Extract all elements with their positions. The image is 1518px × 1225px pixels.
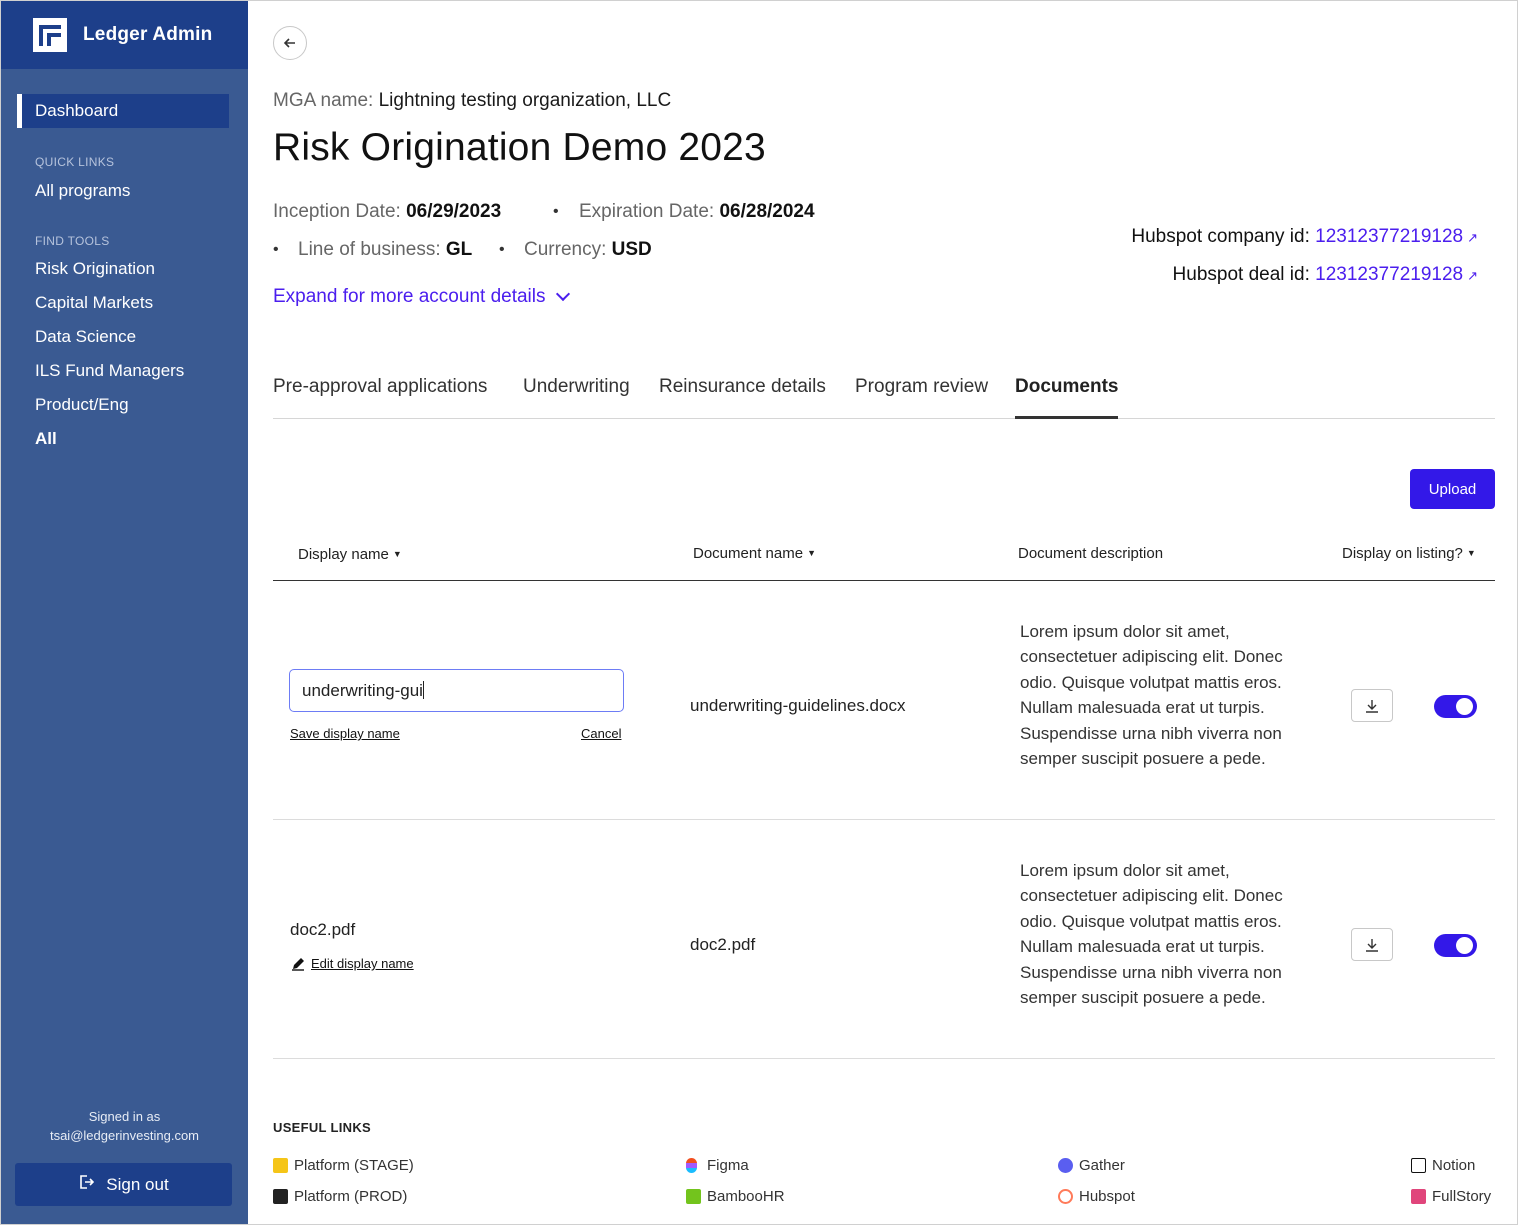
pencil-icon [292,957,304,971]
edit-display-name-link[interactable]: Edit display name [291,956,414,971]
sidebar-item-ils-fund-managers[interactable]: ILS Fund Managers [35,361,184,381]
ledger-prod-icon [273,1189,288,1204]
sort-caret-icon: ▼ [392,549,402,559]
app-name: Ledger Admin [83,24,213,45]
tab-pre-approval[interactable]: Pre-approval applications [273,376,487,419]
display-on-listing-toggle[interactable] [1434,934,1477,957]
link-figma[interactable]: Figma [686,1157,749,1174]
figma-icon [686,1158,697,1173]
display-name: doc2.pdf [290,920,356,939]
link-fullstory[interactable]: FullStory [1411,1188,1491,1205]
tab-documents[interactable]: Documents [1015,376,1119,419]
chevron-down-icon [555,286,570,302]
display-name-input[interactable]: underwriting-gui [289,669,624,712]
sidebar-item-risk-origination[interactable]: Risk Origination [35,259,155,279]
column-header-display-on-listing[interactable]: Display on listing? ▼ [1342,545,1476,562]
document-description: Lorem ipsum dolor sit amet, consectetuer… [1020,861,1283,1008]
tab-underwriting[interactable]: Underwriting [523,376,630,419]
back-button[interactable] [273,26,307,60]
download-icon [1366,699,1378,713]
separator-dot: • [273,241,279,258]
hubspot-deal-id: Hubspot deal id: 12312377219128 ↗ [1172,264,1478,285]
tab-program-review[interactable]: Program review [855,376,988,419]
bamboohr-icon [686,1189,701,1204]
sort-caret-icon: ▼ [1466,548,1476,558]
sort-caret-icon: ▼ [807,548,816,558]
external-link-icon[interactable]: ↗ [1467,230,1478,245]
gather-icon [1058,1158,1073,1173]
hubspot-company-id: Hubspot company id: 12312377219128 ↗ [1131,226,1478,247]
link-platform-stage[interactable]: Platform (STAGE) [273,1157,414,1174]
document-name: doc2.pdf [690,935,756,954]
sign-out-label: Sign out [106,1174,169,1194]
ledger-stage-icon [273,1158,288,1173]
download-button[interactable] [1351,689,1393,722]
sign-out-button[interactable]: Sign out [15,1163,232,1206]
row-divider [273,819,1495,820]
upload-button[interactable]: Upload [1410,469,1495,509]
link-notion[interactable]: Notion [1411,1157,1475,1174]
quick-links-heading: QUICK LINKS [35,155,115,169]
link-gather[interactable]: Gather [1058,1157,1125,1174]
mga-name: MGA name: Lightning testing organization… [273,90,671,112]
sidebar-item-capital-markets[interactable]: Capital Markets [35,293,153,313]
separator-dot: • [499,241,505,258]
link-bamboohr[interactable]: BambooHR [686,1188,785,1205]
signed-in-label: Signed in as [88,1109,161,1124]
arrow-left-icon [283,38,295,48]
fullstory-icon [1411,1189,1426,1204]
sidebar-item-product-eng[interactable]: Product/Eng [35,395,129,415]
tab-bar: Pre-approval applications Underwriting R… [273,376,1495,419]
sidebar-item-dashboard[interactable]: Dashboard [17,94,229,128]
signed-in-email: tsai@ledgerinvesting.com [49,1128,200,1143]
mga-value: Lightning testing organization, LLC [378,90,672,111]
download-icon [1366,938,1378,952]
ledger-logo-icon [33,18,67,52]
line-of-business: Line of business: GL [298,239,473,260]
sidebar-item-data-science[interactable]: Data Science [35,327,136,347]
inception-date: Inception Date: 06/29/2023 [273,201,502,222]
sidebar: Ledger Admin Dashboard QUICK LINKS All p… [1,1,248,1224]
column-header-display-name[interactable]: Display name ▼ [298,546,402,563]
notion-icon [1411,1158,1426,1173]
row-divider [273,1058,1495,1059]
sidebar-item-all-programs[interactable]: All programs [35,181,130,201]
brand-header[interactable]: Ledger Admin [1,1,248,69]
table-header-divider [273,580,1495,581]
tab-reinsurance-details[interactable]: Reinsurance details [659,376,826,419]
sign-out-icon [78,1174,95,1195]
separator-dot: • [553,203,559,220]
column-header-document-name[interactable]: Document name ▼ [693,545,816,562]
document-description: Lorem ipsum dolor sit amet, consectetuer… [1020,622,1283,769]
display-on-listing-toggle[interactable] [1434,695,1477,718]
document-name: underwriting-guidelines.docx [690,696,906,715]
hubspot-deal-link[interactable]: 12312377219128 [1315,264,1463,285]
page-title: Risk Origination Demo 2023 [273,126,766,169]
mga-label: MGA name: [273,90,374,111]
link-platform-prod[interactable]: Platform (PROD) [273,1188,407,1205]
find-tools-heading: FIND TOOLS [35,234,110,248]
hubspot-icon [1058,1189,1073,1204]
external-link-icon[interactable]: ↗ [1467,268,1478,283]
save-display-name-link[interactable]: Save display name [290,726,400,741]
link-hubspot[interactable]: Hubspot [1058,1188,1135,1205]
cancel-link[interactable]: Cancel [581,726,621,741]
hubspot-company-link[interactable]: 12312377219128 [1315,226,1463,247]
sidebar-item-all[interactable]: All [35,429,57,449]
expiration-date: Expiration Date: 06/28/2024 [579,201,815,222]
useful-links-heading: USEFUL LINKS [273,1120,371,1135]
download-button[interactable] [1351,928,1393,961]
expand-account-details-link[interactable]: Expand for more account details [273,286,570,308]
currency: Currency: USD [524,239,652,260]
column-header-document-description: Document description [1018,545,1164,562]
